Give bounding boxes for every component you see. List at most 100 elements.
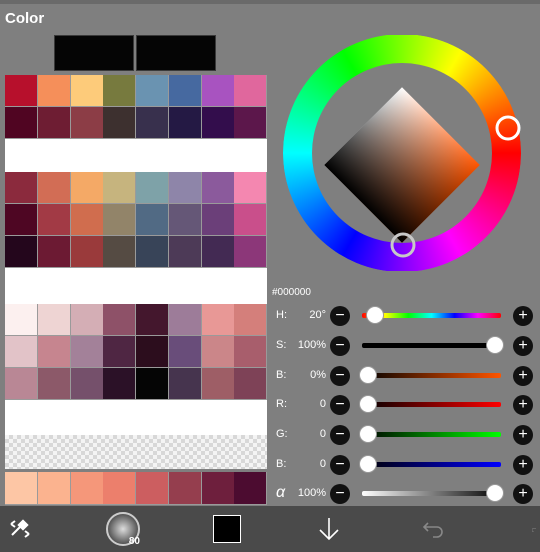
palette-swatch[interactable] <box>37 236 71 268</box>
palette-swatch[interactable] <box>70 304 104 336</box>
palette-swatch[interactable] <box>70 204 104 236</box>
palette-swatch[interactable] <box>103 75 137 107</box>
palette-swatch[interactable] <box>103 107 137 139</box>
plus-button[interactable]: + <box>513 395 533 415</box>
minus-button[interactable]: − <box>330 366 350 386</box>
primary-color-swatch[interactable] <box>54 35 134 71</box>
slider-track[interactable] <box>362 432 501 437</box>
palette-swatch[interactable] <box>201 75 235 107</box>
palette-swatch[interactable] <box>103 172 137 204</box>
palette-swatch[interactable] <box>70 236 104 268</box>
palette-swatch[interactable] <box>234 368 267 400</box>
palette-swatch[interactable] <box>37 107 71 139</box>
palette-swatch[interactable] <box>103 304 137 336</box>
palette-swatch[interactable] <box>168 172 202 204</box>
palette-swatch[interactable] <box>37 172 71 204</box>
minus-button[interactable]: − <box>330 306 350 326</box>
palette-swatch[interactable] <box>37 368 71 400</box>
palette-swatch[interactable] <box>5 107 38 139</box>
palette-swatch[interactable] <box>168 204 202 236</box>
recent-color-swatch[interactable] <box>37 472 71 505</box>
palette-swatch[interactable] <box>37 304 71 336</box>
palette-swatch[interactable] <box>136 172 169 204</box>
palette-swatch[interactable] <box>234 304 267 336</box>
slider-track[interactable] <box>362 402 501 407</box>
palette-swatch[interactable] <box>168 368 202 400</box>
recent-color-swatch[interactable] <box>168 472 202 505</box>
palette-swatch[interactable] <box>37 204 71 236</box>
slider-knob[interactable] <box>358 366 377 384</box>
palette-swatch[interactable] <box>201 304 235 336</box>
brush-size-icon[interactable]: 80 <box>104 506 142 552</box>
slider-track[interactable] <box>362 343 501 348</box>
palette-swatch[interactable] <box>136 336 169 368</box>
palette-swatch[interactable] <box>201 236 235 268</box>
palette-swatch[interactable] <box>103 368 137 400</box>
palette-swatch[interactable] <box>234 204 267 236</box>
palette-swatch[interactable] <box>5 368 38 400</box>
recent-color-swatch[interactable] <box>70 472 104 505</box>
palette-swatch[interactable] <box>168 75 202 107</box>
palette-swatch[interactable] <box>5 172 38 204</box>
secondary-color-swatch[interactable] <box>136 35 216 71</box>
palette-swatch[interactable] <box>136 75 169 107</box>
palette-swatch[interactable] <box>168 336 202 368</box>
slider-knob[interactable] <box>358 425 377 443</box>
minus-button[interactable]: − <box>330 395 350 415</box>
redo-icon[interactable] <box>524 506 540 552</box>
slider-knob[interactable] <box>358 395 377 413</box>
recent-color-swatch[interactable] <box>136 472 169 505</box>
slider-track[interactable] <box>362 491 501 496</box>
palette-swatch[interactable] <box>201 107 235 139</box>
slider-knob[interactable] <box>358 455 377 473</box>
palette-swatch[interactable] <box>103 336 137 368</box>
plus-button[interactable]: + <box>513 455 533 475</box>
plus-button[interactable]: + <box>513 336 533 356</box>
palette-swatch[interactable] <box>70 75 104 107</box>
palette-swatch[interactable] <box>168 304 202 336</box>
palette-swatch[interactable] <box>5 75 38 107</box>
palette-swatch[interactable] <box>5 336 38 368</box>
current-color-icon[interactable] <box>211 506 243 552</box>
undo-icon[interactable] <box>418 506 448 552</box>
palette-swatch[interactable] <box>234 172 267 204</box>
recent-color-swatch[interactable] <box>201 472 235 505</box>
arrow-down-icon[interactable] <box>314 506 344 552</box>
palette-swatch[interactable] <box>168 236 202 268</box>
slider-knob[interactable] <box>486 336 505 354</box>
palette-swatch[interactable] <box>5 304 38 336</box>
color-wheel[interactable] <box>272 35 536 271</box>
palette-swatch[interactable] <box>201 172 235 204</box>
slider-track[interactable] <box>362 462 501 467</box>
palette-swatch[interactable] <box>201 204 235 236</box>
palette-swatch[interactable] <box>234 75 267 107</box>
palette-swatch[interactable] <box>168 107 202 139</box>
palette-swatch[interactable] <box>70 172 104 204</box>
slider-track[interactable] <box>362 373 501 378</box>
palette-swatch[interactable] <box>201 336 235 368</box>
palette-swatch[interactable] <box>136 236 169 268</box>
transparent-swatch-row[interactable] <box>5 435 267 469</box>
palette-swatch[interactable] <box>201 368 235 400</box>
recent-color-swatch[interactable] <box>5 472 38 505</box>
recent-color-swatch[interactable] <box>103 472 137 505</box>
plus-button[interactable]: + <box>513 484 533 504</box>
palette-swatch[interactable] <box>234 236 267 268</box>
palette-swatch[interactable] <box>136 204 169 236</box>
palette-swatch[interactable] <box>70 336 104 368</box>
slider-knob[interactable] <box>365 306 384 324</box>
palette-swatch[interactable] <box>234 336 267 368</box>
palette-swatch[interactable] <box>70 368 104 400</box>
palette-swatch[interactable] <box>5 204 38 236</box>
plus-button[interactable]: + <box>513 366 533 386</box>
minus-button[interactable]: − <box>330 336 350 356</box>
minus-button[interactable]: − <box>330 455 350 475</box>
palette-swatch[interactable] <box>5 236 38 268</box>
palette-swatch[interactable] <box>37 75 71 107</box>
palette-swatch[interactable] <box>70 107 104 139</box>
palette-swatch[interactable] <box>136 107 169 139</box>
slider-knob[interactable] <box>486 484 505 502</box>
recent-color-swatch[interactable] <box>234 472 268 505</box>
minus-button[interactable]: − <box>330 425 350 445</box>
palette-swatch[interactable] <box>103 236 137 268</box>
